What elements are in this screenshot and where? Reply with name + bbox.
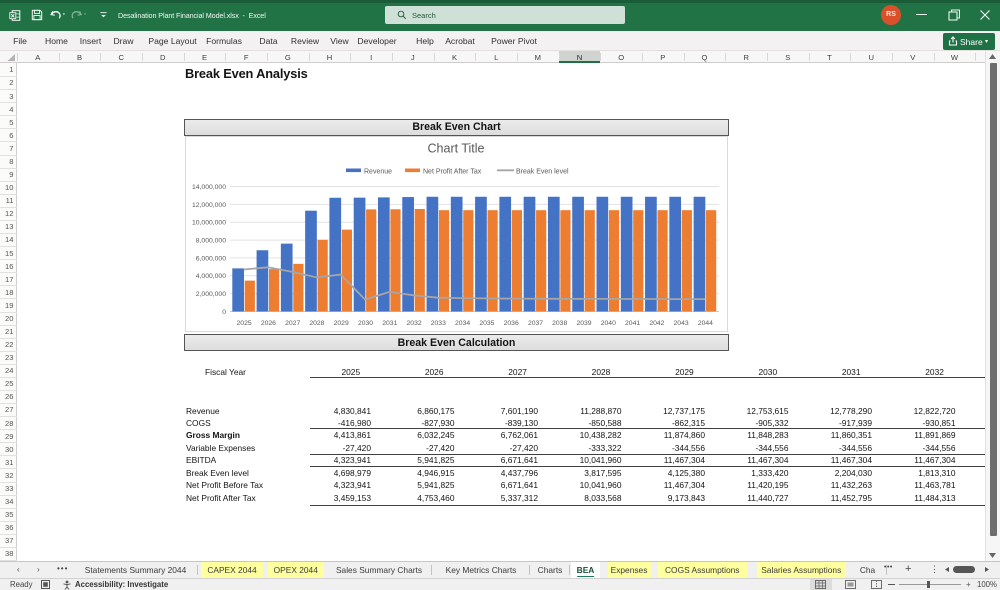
- svg-text:Net Profit After Tax: Net Profit After Tax: [423, 168, 482, 175]
- svg-text:2042: 2042: [649, 320, 664, 327]
- svg-text:8,000,000: 8,000,000: [196, 237, 226, 244]
- svg-text:2030: 2030: [358, 320, 373, 327]
- svg-text:14,000,000: 14,000,000: [192, 183, 226, 190]
- svg-text:2038: 2038: [552, 320, 567, 327]
- svg-text:2033: 2033: [431, 320, 446, 327]
- svg-text:Break Even level: Break Even level: [516, 168, 569, 175]
- svg-text:2034: 2034: [455, 320, 470, 327]
- svg-text:2035: 2035: [479, 320, 494, 327]
- svg-text:2031: 2031: [382, 320, 397, 327]
- svg-text:4,000,000: 4,000,000: [196, 273, 226, 280]
- svg-text:2043: 2043: [674, 320, 689, 327]
- svg-text:2044: 2044: [698, 320, 713, 327]
- svg-text:2025: 2025: [237, 320, 252, 327]
- svg-text:12,000,000: 12,000,000: [192, 201, 226, 208]
- svg-text:2029: 2029: [334, 320, 349, 327]
- svg-text:6,000,000: 6,000,000: [196, 255, 226, 262]
- svg-text:Chart Title: Chart Title: [428, 141, 485, 155]
- svg-text:2026: 2026: [261, 320, 276, 327]
- svg-text:2041: 2041: [625, 320, 640, 327]
- svg-text:2040: 2040: [601, 320, 616, 327]
- svg-text:2028: 2028: [309, 320, 324, 327]
- svg-text:2037: 2037: [528, 320, 543, 327]
- svg-text:10,000,000: 10,000,000: [192, 219, 226, 226]
- svg-text:2036: 2036: [504, 320, 519, 327]
- svg-text:2039: 2039: [576, 320, 591, 327]
- svg-text:2,000,000: 2,000,000: [196, 291, 226, 298]
- svg-text:2027: 2027: [285, 320, 300, 327]
- svg-text:0: 0: [222, 308, 226, 315]
- svg-text:Revenue: Revenue: [364, 168, 392, 175]
- svg-text:2032: 2032: [407, 320, 422, 327]
